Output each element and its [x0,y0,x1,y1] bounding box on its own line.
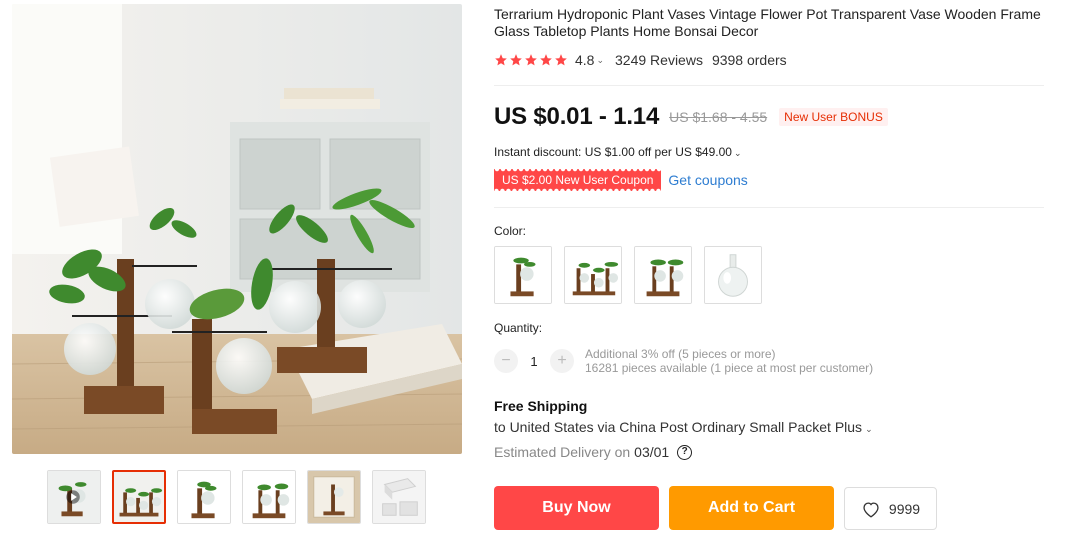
bulk-offer-text: Additional 3% off (5 pieces or more) [585,347,776,361]
instant-discount-text: Instant discount: US $1.00 off per US $4… [494,145,732,159]
price-row: US $0.01 - 1.14 US $1.68 - 4.55 New User… [494,101,888,133]
delivery-label: Estimated Delivery on [494,444,631,460]
quantity-decrease-button[interactable]: − [494,349,518,373]
wishlist-count: 9999 [888,500,921,517]
main-product-image[interactable] [12,4,462,454]
availability-text: 16281 pieces available (1 piece at most … [585,361,874,375]
add-to-cart-button[interactable]: Add to Cart [669,486,834,530]
shipping-method[interactable]: to United States via China Post Ordinary… [494,419,884,435]
star-icon [555,54,567,66]
original-price: US $1.68 - 4.55 [669,109,768,125]
color-label: Color: [494,224,527,238]
divider [494,85,1044,86]
thumbnail-packaging[interactable] [372,470,426,524]
divider [494,207,1044,208]
color-swatches [494,246,762,304]
product-title: Terrarium Hydroponic Plant Vases Vintage… [494,6,1041,39]
rating-row: 4.8 ⌄ 3249 Reviews 9398 orders [494,51,787,69]
thumbnail-video[interactable] [47,470,101,524]
instant-discount[interactable]: Instant discount: US $1.00 off per US $4… [494,145,752,159]
chevron-down-icon[interactable]: ⌄ [865,424,873,434]
shipping-destination: to United States via China Post Ordinary… [494,419,863,435]
chevron-down-icon[interactable]: ⌄ [596,55,604,66]
quantity-value[interactable]: 1 [518,354,550,369]
quantity-label: Quantity: [494,321,543,335]
chevron-down-icon[interactable]: ⌄ [734,148,742,158]
estimated-delivery: Estimated Delivery on 03/01 ? [494,444,693,460]
star-icon [540,54,552,66]
thumbnail-single-vase[interactable] [177,470,231,524]
star-icon [495,54,507,66]
orders-count: 9398 orders [711,52,787,68]
thumbnail-box-front[interactable] [307,470,361,524]
coupon-row: US $2.00 New User Coupon Get coupons [494,169,748,191]
quantity-stepper: − 1 + Additional 3% off (5 pieces or mor… [494,347,873,375]
star-icon [525,54,537,66]
buy-now-button[interactable]: Buy Now [494,486,659,530]
current-price: US $0.01 - 1.14 [494,103,660,130]
get-coupons-link[interactable]: Get coupons [668,172,747,188]
wishlist-button[interactable]: 9999 [844,487,937,530]
rating-value[interactable]: 4.8 [575,52,594,68]
color-option-double-vase[interactable] [634,246,692,304]
new-user-bonus-badge: New User BONUS [779,108,888,126]
star-icon [510,54,522,66]
quantity-increase-button[interactable]: + [550,349,574,373]
thumbnail-three-vase[interactable] [112,470,166,524]
quantity-info: Additional 3% off (5 pieces or more) 162… [585,347,873,375]
delivery-date: 03/01 [634,444,670,460]
reviews-link[interactable]: 3249 Reviews [615,52,703,68]
shipping-title: Free Shipping [494,398,588,414]
color-option-glass-bulb[interactable] [704,246,762,304]
new-user-coupon[interactable]: US $2.00 New User Coupon [494,169,662,191]
heart-icon [863,501,879,518]
thumbnail-double-vase[interactable] [242,470,296,524]
color-option-single-vase[interactable] [494,246,552,304]
help-icon[interactable]: ? [677,444,693,460]
color-option-three-vase[interactable] [564,246,622,304]
rating-stars [494,53,568,67]
